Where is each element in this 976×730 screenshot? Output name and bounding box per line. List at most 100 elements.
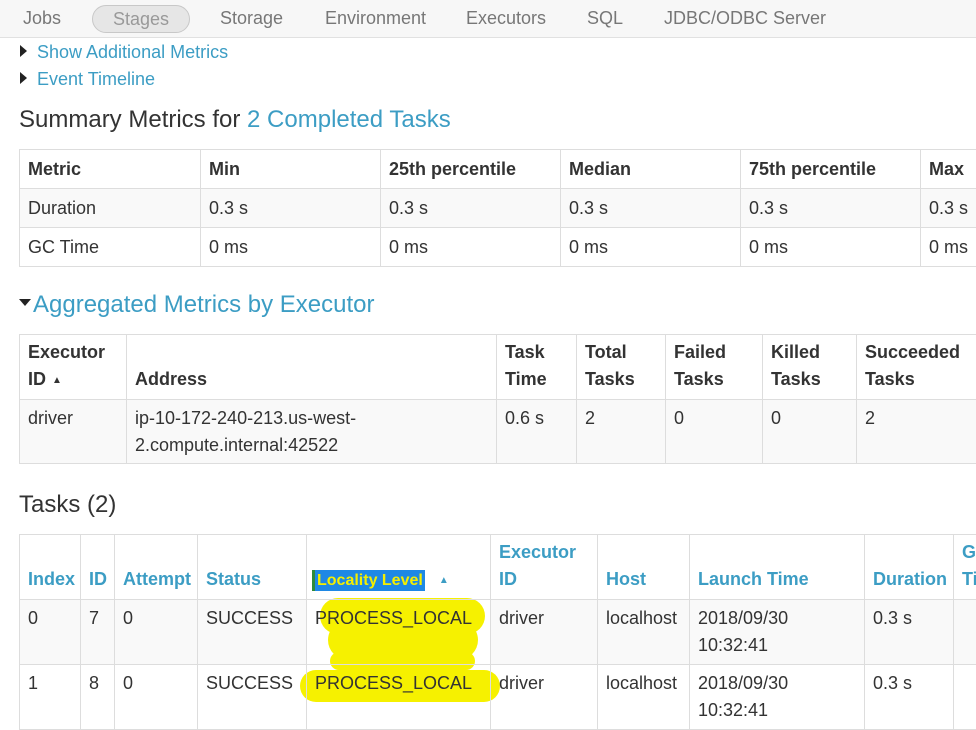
locality-level-label: Locality Level bbox=[315, 570, 425, 591]
column-header-status[interactable]: Status bbox=[197, 534, 307, 600]
show-additional-metrics-toggle[interactable]: Show Additional Metrics bbox=[20, 42, 228, 63]
column-header[interactable]: 75th percentile bbox=[740, 149, 921, 189]
nav-tab-storage[interactable]: Storage bbox=[220, 0, 283, 37]
column-header-failed-tasks[interactable]: Failed Tasks bbox=[665, 334, 763, 400]
column-header-host[interactable]: Host bbox=[597, 534, 690, 600]
table-cell: SUCCESS bbox=[197, 599, 307, 665]
column-header-duration[interactable]: Duration bbox=[864, 534, 954, 600]
aggregated-metrics-table: Executor ID ▲ Address Task Time Total Tasks… bbox=[19, 334, 976, 464]
table-cell: 2 bbox=[856, 399, 976, 464]
table-cell-launch-time: 2018/09/30 10:32:41 bbox=[689, 599, 865, 665]
top-navbar: Jobs Stages Storage Environment Executor… bbox=[0, 0, 976, 38]
column-header-index[interactable]: Index bbox=[19, 534, 81, 600]
column-header-executor-id[interactable]: Executor ID ▲ bbox=[19, 334, 127, 400]
nav-tab-stages[interactable]: Stages bbox=[92, 5, 191, 33]
column-header-id[interactable]: ID bbox=[80, 534, 115, 600]
table-cell: 1 bbox=[19, 664, 81, 730]
table-cell: Duration bbox=[19, 188, 201, 228]
nav-tab-environment[interactable]: Environment bbox=[325, 0, 426, 37]
table-cell-address: ip-10-172-240-213.us-west- 2.compute.inte… bbox=[126, 399, 497, 464]
table-cell: driver bbox=[490, 664, 598, 730]
header-text: Tasks bbox=[771, 369, 821, 389]
table-cell-locality: PROCESS_LOCAL bbox=[306, 599, 491, 665]
header-text: Tasks bbox=[674, 369, 724, 389]
table-cell: 0.3 s bbox=[200, 188, 381, 228]
tasks-heading: Tasks (2) bbox=[19, 491, 117, 518]
table-cell: 7 bbox=[80, 599, 115, 665]
table-cell: 0 bbox=[665, 399, 763, 464]
nav-tab-executors[interactable]: Executors bbox=[466, 0, 546, 37]
nav-tab-jobs[interactable]: Jobs bbox=[23, 0, 61, 37]
table-cell: 0 ms bbox=[560, 227, 741, 267]
table-row: 0 7 0 SUCCESS PROCESS_LOCAL driver local… bbox=[19, 599, 976, 665]
table-cell: 0.3 s bbox=[920, 188, 976, 228]
table-cell: 0.3 s bbox=[740, 188, 921, 228]
table-row: GC Time 0 ms 0 ms 0 ms 0 ms 0 ms bbox=[19, 227, 976, 267]
table-cell: GC Time bbox=[19, 227, 201, 267]
completed-tasks-link[interactable]: 2 Completed Tasks bbox=[247, 106, 451, 133]
header-text: Time bbox=[505, 369, 547, 389]
header-text: Failed bbox=[674, 342, 727, 362]
column-header[interactable]: Max bbox=[920, 149, 976, 189]
column-header-succeeded-tasks[interactable]: Succeeded Tasks bbox=[856, 334, 976, 400]
header-text: Killed bbox=[771, 342, 821, 362]
nav-tab-jdbc-odbc-server[interactable]: JDBC/ODBC Server bbox=[664, 0, 826, 37]
table-cell: 0 bbox=[114, 664, 198, 730]
header-text: Task bbox=[505, 342, 545, 362]
table-header-row: Metric Min 25th percentile Median 75th p… bbox=[19, 149, 976, 189]
launch-date: 2018/09/30 bbox=[698, 608, 789, 628]
summary-metrics-heading: Summary Metrics for 2 Completed Tasks bbox=[19, 106, 451, 134]
collapsed-arrow-icon bbox=[20, 72, 27, 84]
column-header-attempt[interactable]: Attempt bbox=[114, 534, 198, 600]
show-additional-metrics-link[interactable]: Show Additional Metrics bbox=[37, 42, 228, 62]
table-cell: localhost bbox=[597, 599, 690, 665]
aggregated-metrics-link[interactable]: Aggregated Metrics by Executor bbox=[33, 291, 375, 318]
launch-date: 2018/09/30 bbox=[698, 673, 789, 693]
table-cell: 0 ms bbox=[920, 227, 976, 267]
header-text: Executor bbox=[28, 342, 106, 362]
summary-title-prefix: Summary Metrics for bbox=[19, 106, 248, 133]
aggregated-metrics-heading[interactable]: Aggregated Metrics by Executor bbox=[19, 291, 375, 319]
column-header-total-tasks[interactable]: Total Tasks bbox=[576, 334, 666, 400]
event-timeline-link[interactable]: Event Timeline bbox=[37, 69, 155, 89]
column-header[interactable]: Metric bbox=[19, 149, 201, 189]
column-header-killed-tasks[interactable]: Killed Tasks bbox=[762, 334, 857, 400]
table-cell: 0 bbox=[762, 399, 857, 464]
sort-ascending-icon: ▲ bbox=[438, 575, 449, 586]
table-cell: 0 ms bbox=[200, 227, 381, 267]
column-header-gc-time[interactable]: G Ti bbox=[953, 534, 976, 600]
table-cell: 0 bbox=[114, 599, 198, 665]
header-text: Tasks bbox=[865, 369, 915, 389]
nav-tab-sql[interactable]: SQL bbox=[587, 0, 623, 37]
column-header-launch-time[interactable]: Launch Time bbox=[689, 534, 865, 600]
event-timeline-toggle[interactable]: Event Timeline bbox=[20, 69, 155, 90]
column-header[interactable]: Min bbox=[200, 149, 381, 189]
summary-metrics-table: Metric Min 25th percentile Median 75th p… bbox=[19, 149, 976, 267]
table-cell: 0 ms bbox=[740, 227, 921, 267]
table-cell: 8 bbox=[80, 664, 115, 730]
column-header-executor-id[interactable]: Executor ID bbox=[490, 534, 598, 600]
launch-time: 10:32:41 bbox=[698, 700, 769, 720]
header-text: ID bbox=[499, 569, 517, 589]
table-cell: 0.6 s bbox=[496, 399, 577, 464]
table-cell-locality: PROCESS_LOCAL bbox=[306, 664, 491, 730]
column-header-locality-level[interactable]: Locality Level ▲ bbox=[306, 534, 491, 600]
header-text: Total bbox=[585, 342, 627, 362]
table-row: Duration 0.3 s 0.3 s 0.3 s 0.3 s 0.3 s bbox=[19, 188, 976, 228]
table-cell bbox=[953, 664, 976, 730]
column-header-address[interactable]: Address bbox=[126, 334, 497, 400]
header-text: Succeeded bbox=[865, 342, 961, 362]
column-header[interactable]: 25th percentile bbox=[380, 149, 561, 189]
header-text: Executor bbox=[499, 542, 577, 562]
address-text: 2.compute.internal:42522 bbox=[135, 435, 339, 455]
column-header-task-time[interactable]: Task Time bbox=[496, 334, 577, 400]
table-cell: driver bbox=[490, 599, 598, 665]
expanded-arrow-icon bbox=[19, 299, 31, 306]
table-cell: 0 ms bbox=[380, 227, 561, 267]
table-cell: 0 bbox=[19, 599, 81, 665]
launch-time: 10:32:41 bbox=[698, 635, 769, 655]
column-header[interactable]: Median bbox=[560, 149, 741, 189]
table-cell: 0.3 s bbox=[560, 188, 741, 228]
table-cell: 2 bbox=[576, 399, 666, 464]
table-cell: localhost bbox=[597, 664, 690, 730]
